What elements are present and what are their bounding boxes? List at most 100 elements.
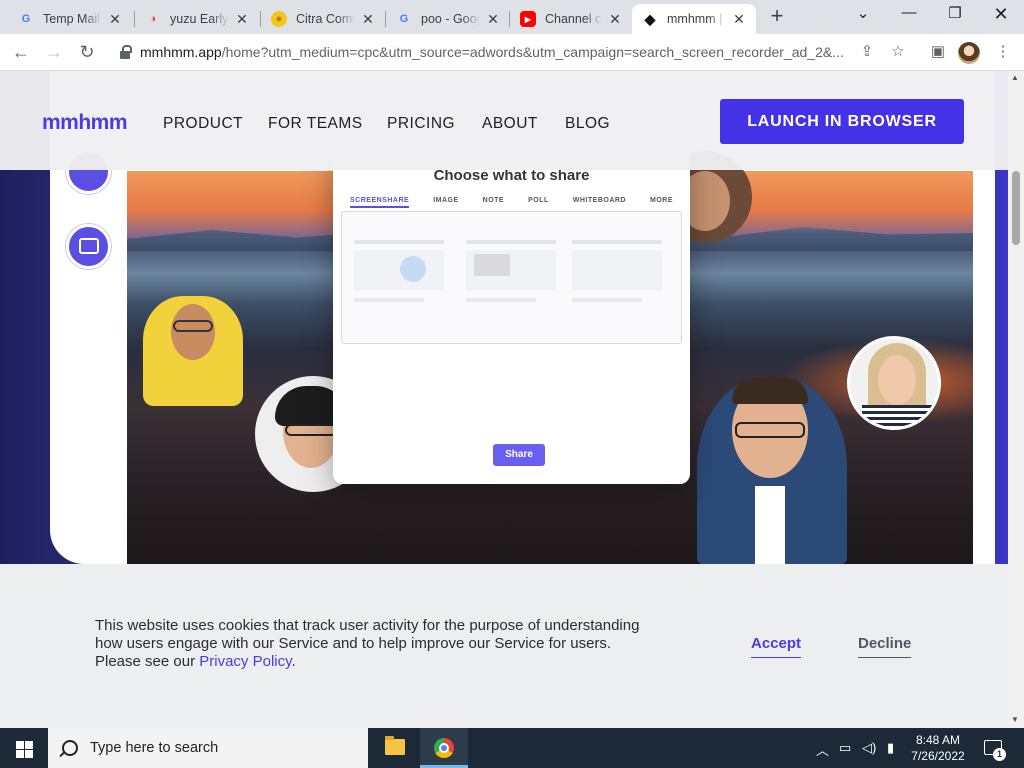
microphone-icon[interactable]: ▮	[887, 740, 894, 756]
tab-search-icon[interactable]: ⌄	[841, 4, 885, 26]
share-tab-poll[interactable]: POLL	[528, 197, 549, 208]
decline-cookies-button[interactable]: Decline	[858, 635, 912, 658]
privacy-policy-link[interactable]: Privacy Policy	[199, 653, 291, 670]
start-button[interactable]	[0, 728, 48, 768]
volume-icon[interactable]: ◁)	[862, 740, 876, 756]
folder-icon	[385, 736, 405, 755]
nav-about[interactable]: ABOUT	[482, 115, 538, 133]
share-button[interactable]: Share	[493, 444, 545, 466]
glasses-icon	[285, 424, 337, 436]
tab-title: mmhmm | Make	[667, 12, 726, 26]
minimize-icon[interactable]: —	[887, 4, 931, 26]
nav-pricing[interactable]: PRICING	[387, 115, 455, 133]
tab-mmhmm[interactable]: ◆ mmhmm | Make ✕	[632, 4, 756, 34]
share-tab-note[interactable]: NOTE	[483, 197, 504, 208]
thumbnail-titlebar	[466, 240, 556, 244]
window-thumbnail[interactable]	[466, 240, 556, 310]
accept-cookies-button[interactable]: Accept	[751, 635, 802, 658]
google-icon: G	[399, 13, 409, 25]
tab-yuzu[interactable]: ◑ yuzu Early Access ✕	[135, 4, 259, 34]
nav-for-teams[interactable]: FOR TEAMS	[268, 115, 363, 133]
citra-icon: ●	[271, 11, 287, 27]
cookie-period: .	[291, 653, 296, 670]
image-placeholder-icon	[474, 254, 510, 276]
thumbnail-caption	[466, 298, 536, 302]
screen-preview-area	[341, 211, 682, 344]
lock-icon[interactable]	[120, 45, 132, 59]
share-tab-screenshare[interactable]: SCREENSHARE	[350, 197, 410, 208]
network-icon[interactable]: ▭	[839, 740, 851, 756]
chrome-icon	[434, 738, 454, 758]
scroll-down-arrow-icon[interactable]: ▼	[1011, 715, 1019, 724]
thumbnail-caption	[354, 298, 424, 302]
mmhmm-logo[interactable]: mmhmm	[42, 111, 128, 135]
tab-citra[interactable]: ● Citra Community ✕	[261, 4, 385, 34]
windows-taskbar: Type here to search ︿ ▭ ◁) ▮ 8:48 AM 7/2…	[0, 728, 1024, 768]
chrome-taskbar-button[interactable]	[420, 728, 468, 768]
window-thumbnail[interactable]	[354, 240, 444, 310]
presenter-face	[171, 304, 215, 360]
youtube-icon: ▶	[520, 11, 536, 27]
tab-temp-mail[interactable]: G Temp Mail ✕	[8, 4, 132, 34]
windows-logo-icon	[25, 741, 33, 749]
share-page-icon[interactable]: ⇪	[858, 43, 876, 61]
profile-avatar[interactable]	[958, 42, 980, 64]
back-icon[interactable]: ←	[9, 40, 33, 64]
launch-in-browser-button[interactable]: LAUNCH IN BROWSER	[720, 99, 964, 144]
reload-icon[interactable]: ↻	[75, 40, 99, 64]
window-thumbnail[interactable]	[572, 240, 662, 310]
taskbar-search[interactable]: Type here to search	[48, 728, 368, 768]
browser-tab-strip: G Temp Mail ✕ ◑ yuzu Early Access ✕ ● Ci…	[0, 0, 1024, 34]
bookmark-star-icon[interactable]: ☆	[889, 43, 907, 61]
cookie-banner-text: This website uses cookies that track use…	[95, 617, 655, 671]
tab-google-search[interactable]: G poo - Google Search ✕	[386, 4, 510, 34]
webpage: Choose what to share SCREENSHARE IMAGE N…	[0, 71, 1008, 728]
clock-date: 7/26/2022	[911, 749, 965, 763]
nav-product[interactable]: PRODUCT	[163, 115, 243, 133]
thumbnail-titlebar	[354, 240, 444, 244]
close-icon[interactable]: ✕	[361, 11, 375, 28]
restore-icon[interactable]: ❐	[933, 4, 977, 26]
presenter-video-man-glasses	[697, 376, 847, 564]
thumbnail-titlebar	[572, 240, 662, 244]
thumbnail-caption	[572, 298, 642, 302]
file-explorer-button[interactable]	[371, 728, 419, 768]
side-panel-icon[interactable]: ▣	[929, 43, 947, 61]
google-icon: G	[21, 13, 31, 25]
screen-icon	[79, 238, 99, 254]
windows-logo-icon	[16, 750, 24, 758]
close-icon[interactable]: ✕	[235, 11, 249, 28]
yuzu-icon: ◑	[149, 13, 157, 25]
forward-icon[interactable]: →	[42, 40, 66, 64]
scrollbar-thumb[interactable]	[1012, 171, 1020, 245]
tray-chevron-icon[interactable]: ︿	[816, 740, 829, 759]
browser-toolbar: ← → ↻ mmhmm.app/home?utm_medium=cpc&utm_…	[0, 34, 1024, 71]
tab-youtube[interactable]: ▶ Channel content ✕	[510, 4, 632, 34]
address-bar[interactable]: mmhmm.app/home?utm_medium=cpc&utm_source…	[110, 37, 850, 67]
nav-blog[interactable]: BLOG	[565, 115, 610, 133]
presenter-hair	[732, 376, 808, 404]
close-icon[interactable]: ✕	[486, 11, 500, 28]
page-scrollbar[interactable]: ▲ ▼	[1008, 71, 1024, 728]
window-close-icon[interactable]: ✕	[979, 4, 1023, 26]
share-tab-bar: SCREENSHARE IMAGE NOTE POLL WHITEBOARD M…	[350, 197, 673, 208]
share-tab-whiteboard[interactable]: WHITEBOARD	[573, 197, 626, 208]
scroll-up-arrow-icon[interactable]: ▲	[1011, 73, 1019, 82]
windows-logo-icon	[25, 750, 33, 758]
close-icon[interactable]: ✕	[732, 11, 746, 28]
screen-tool-icon[interactable]	[66, 224, 111, 269]
new-tab-button[interactable]: +	[766, 5, 788, 28]
search-icon	[62, 740, 78, 756]
share-tab-more[interactable]: MORE	[650, 197, 673, 208]
system-clock[interactable]: 8:48 AM 7/26/2022	[908, 732, 968, 764]
choose-share-dialog: Choose what to share SCREENSHARE IMAGE N…	[333, 141, 690, 484]
url-text[interactable]: mmhmm.app/home?utm_medium=cpc&utm_source…	[140, 44, 844, 60]
tab-title: Temp Mail	[43, 12, 100, 26]
close-icon[interactable]: ✕	[608, 11, 622, 28]
menu-kebab-icon[interactable]: ⋮	[994, 43, 1012, 61]
share-tab-image[interactable]: IMAGE	[433, 197, 458, 208]
close-icon[interactable]: ✕	[108, 11, 122, 28]
thumbnail-content	[354, 250, 444, 290]
presenter-video-woman-blonde	[847, 336, 941, 430]
glasses-icon	[173, 320, 213, 332]
